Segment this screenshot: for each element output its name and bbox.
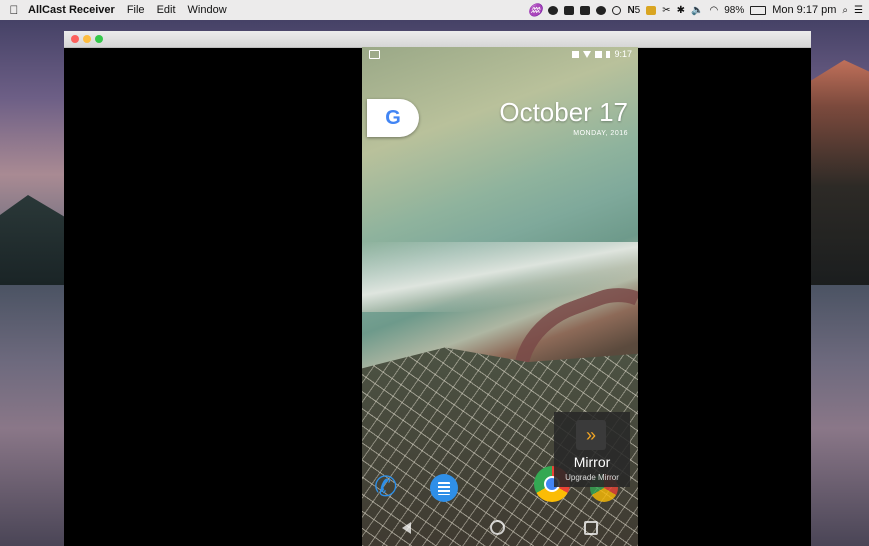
- notification-center-icon[interactable]: ☰: [854, 5, 863, 16]
- home-icon[interactable]: [489, 520, 505, 535]
- drive-icon[interactable]: [646, 5, 657, 15]
- cast-icon[interactable]: [596, 5, 607, 15]
- weekday-year: MONDAY, 2016: [573, 130, 628, 137]
- dropbox-icon[interactable]: [548, 5, 559, 15]
- menu-edit[interactable]: Edit: [157, 4, 176, 16]
- wifi-icon[interactable]: ◠: [709, 5, 718, 16]
- google-search-widget[interactable]: G: [367, 99, 419, 137]
- status-number-value: 5: [634, 4, 641, 16]
- messages-app-icon[interactable]: [430, 474, 458, 502]
- mirror-popup[interactable]: » Mirror Upgrade Mirror: [554, 412, 630, 487]
- app-menu[interactable]: AllCast Receiver: [28, 4, 115, 16]
- phone-status-time: 9:17: [614, 49, 632, 59]
- mirror-upgrade-label[interactable]: Upgrade Mirror: [554, 473, 630, 482]
- phone-app-icon[interactable]: ✆: [374, 470, 406, 502]
- battery-percent[interactable]: 98%: [724, 5, 744, 16]
- camera-icon[interactable]: [564, 5, 575, 15]
- scissors-icon[interactable]: ✂: [662, 5, 670, 16]
- phone-status-icons: 9:17: [572, 49, 632, 59]
- phone-cast-icon: [369, 50, 380, 59]
- spotlight-search-icon[interactable]: ⌕: [842, 5, 848, 16]
- n-icon: N: [627, 4, 635, 16]
- menu-bar-status-area: ♒ N5 ✂ ✱ 🔈 ◠ 98% Mon 9:17 pm ⌕ ☰: [527, 0, 863, 20]
- phone-signal-icon: [595, 50, 603, 58]
- status-number[interactable]: N5: [627, 5, 640, 16]
- battery-icon[interactable]: [750, 5, 767, 15]
- allcast-receiver-window: 9:17 G October 17 MONDAY, 2016 ✆ » Mirro…: [64, 31, 811, 546]
- wallpaper-mountain-right: [807, 60, 869, 290]
- window-minimize-button[interactable]: [83, 35, 91, 43]
- mirror-label: Mirror: [573, 454, 611, 470]
- phone-status-bar: 9:17: [362, 47, 638, 63]
- apple-menu-icon[interactable]: : [0, 3, 28, 17]
- phone-navigation-bar: [362, 509, 638, 546]
- google-logo: G: [385, 106, 401, 129]
- menu-window[interactable]: Window: [188, 4, 227, 16]
- volume-icon[interactable]: 🔈: [691, 5, 703, 16]
- mirrored-phone-screen[interactable]: 9:17 G October 17 MONDAY, 2016 ✆ » Mirro…: [362, 47, 638, 546]
- wallpaper-hill-left: [0, 195, 70, 285]
- back-icon[interactable]: [401, 521, 411, 534]
- menu-file[interactable]: File: [127, 4, 145, 16]
- phone-wifi-icon: [583, 50, 592, 58]
- messages-lines: [438, 481, 450, 495]
- signature-icon[interactable]: ♒: [527, 3, 542, 17]
- bluetooth-icon[interactable]: ✱: [677, 5, 685, 16]
- bucket-icon[interactable]: [580, 5, 591, 15]
- menu-bar-clock[interactable]: Mon 9:17 pm: [772, 4, 836, 16]
- menu-bar:  AllCast Receiver File Edit Window ♒ N5…: [0, 0, 869, 20]
- window-title-bar[interactable]: [64, 31, 811, 48]
- phone-battery-icon: [606, 50, 611, 58]
- circle-icon[interactable]: [612, 5, 622, 15]
- mirror-app-icon: »: [576, 420, 606, 450]
- window-close-button[interactable]: [71, 35, 79, 43]
- phone-nfc-icon: [572, 50, 580, 58]
- date-widget[interactable]: October 17: [499, 97, 628, 128]
- window-zoom-button[interactable]: [95, 35, 103, 43]
- recent-apps-icon[interactable]: [584, 520, 599, 535]
